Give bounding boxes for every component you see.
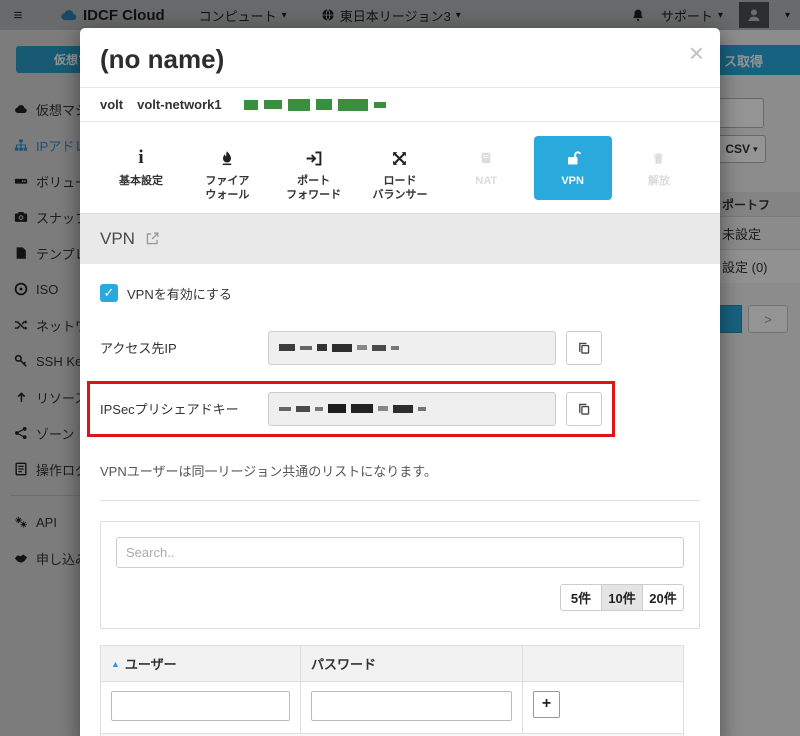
tab-basic-settings[interactable]: i 基本設定 bbox=[102, 136, 180, 200]
tab-firewall[interactable]: ファイア ウォール bbox=[188, 136, 266, 203]
tab-port-forward[interactable]: ポート フォワード bbox=[275, 136, 353, 203]
column-label: ユーザー bbox=[125, 657, 177, 672]
vpn-enable-label: VPNを有効にする bbox=[127, 284, 232, 303]
flame-icon bbox=[219, 150, 235, 166]
network-detail-modal: (no name) × volt volt-network1 i 基本設定 ファ… bbox=[80, 28, 720, 736]
sign-in-icon bbox=[305, 150, 322, 167]
red-highlight-box: IPSecプリシェアドキー bbox=[87, 381, 615, 437]
lock-open-icon bbox=[565, 150, 581, 166]
nat-icon bbox=[479, 151, 493, 165]
search-input[interactable] bbox=[116, 537, 684, 568]
column-header-user[interactable]: ▲ ユーザー bbox=[101, 646, 301, 681]
tab-label: ファイア ウォール bbox=[188, 174, 266, 203]
modal-tabs: i 基本設定 ファイア ウォール ポート フォワード ロード バランサー NAT… bbox=[80, 122, 720, 213]
trash-icon bbox=[652, 152, 665, 165]
tab-label: NAT bbox=[447, 174, 525, 188]
vpn-user-note: VPNユーザーは同一リージョン共通のリストになります。 bbox=[100, 461, 700, 480]
page-size-10-button[interactable]: 10件 bbox=[601, 584, 643, 611]
external-link-icon[interactable] bbox=[145, 231, 160, 246]
field-label: IPSecプリシェアドキー bbox=[100, 399, 268, 418]
ipsec-key-value bbox=[268, 392, 556, 426]
network-account: volt bbox=[100, 97, 123, 112]
empty-message: 表示できる情報はありません。 bbox=[101, 733, 683, 736]
tab-load-balancer[interactable]: ロード バランサー bbox=[361, 136, 439, 203]
tab-label: ポート フォワード bbox=[275, 174, 353, 203]
tab-label: 解放 bbox=[620, 174, 698, 188]
access-ip-row: アクセス先IP bbox=[100, 331, 700, 365]
vpn-user-table: ▲ ユーザー パスワード + 表示できる情報はありません。 bbox=[100, 645, 684, 736]
ipsec-key-row: IPSecプリシェアドキー bbox=[100, 392, 602, 426]
page-size-20-button[interactable]: 20件 bbox=[642, 584, 684, 611]
column-header-password[interactable]: パスワード bbox=[301, 646, 523, 681]
redacted-ip-blocks bbox=[244, 99, 386, 111]
page-size-5-button[interactable]: 5件 bbox=[560, 584, 602, 611]
tab-vpn[interactable]: VPN bbox=[534, 136, 612, 200]
tab-label: VPN bbox=[534, 174, 612, 188]
column-label: パスワード bbox=[311, 657, 376, 672]
vpn-enable-checkbox[interactable]: ✓ bbox=[100, 284, 118, 302]
page-size-group: 5件 10件 20件 bbox=[116, 584, 684, 611]
tab-nat: NAT bbox=[447, 136, 525, 200]
access-ip-value bbox=[268, 331, 556, 365]
modal-title: (no name) bbox=[100, 44, 700, 75]
copy-button[interactable] bbox=[566, 331, 602, 365]
close-icon[interactable]: × bbox=[689, 40, 704, 66]
copy-icon bbox=[577, 341, 591, 355]
user-search-panel: 5件 10件 20件 bbox=[100, 521, 700, 629]
column-header-actions bbox=[523, 646, 683, 681]
tab-release: 解放 bbox=[620, 136, 698, 200]
copy-icon bbox=[577, 402, 591, 416]
network-name: volt-network1 bbox=[137, 97, 222, 112]
field-label: アクセス先IP bbox=[100, 338, 268, 357]
sort-asc-icon: ▲ bbox=[111, 659, 120, 669]
add-user-button[interactable]: + bbox=[533, 691, 560, 718]
tab-label: ロード バランサー bbox=[361, 174, 439, 203]
section-title: VPN bbox=[100, 229, 135, 249]
info-icon: i bbox=[138, 147, 143, 169]
divider bbox=[100, 500, 700, 501]
tab-label: 基本設定 bbox=[102, 174, 180, 188]
arrows-icon bbox=[391, 150, 408, 167]
copy-button[interactable] bbox=[566, 392, 602, 426]
new-password-input[interactable] bbox=[311, 691, 512, 721]
new-user-input[interactable] bbox=[111, 691, 290, 721]
